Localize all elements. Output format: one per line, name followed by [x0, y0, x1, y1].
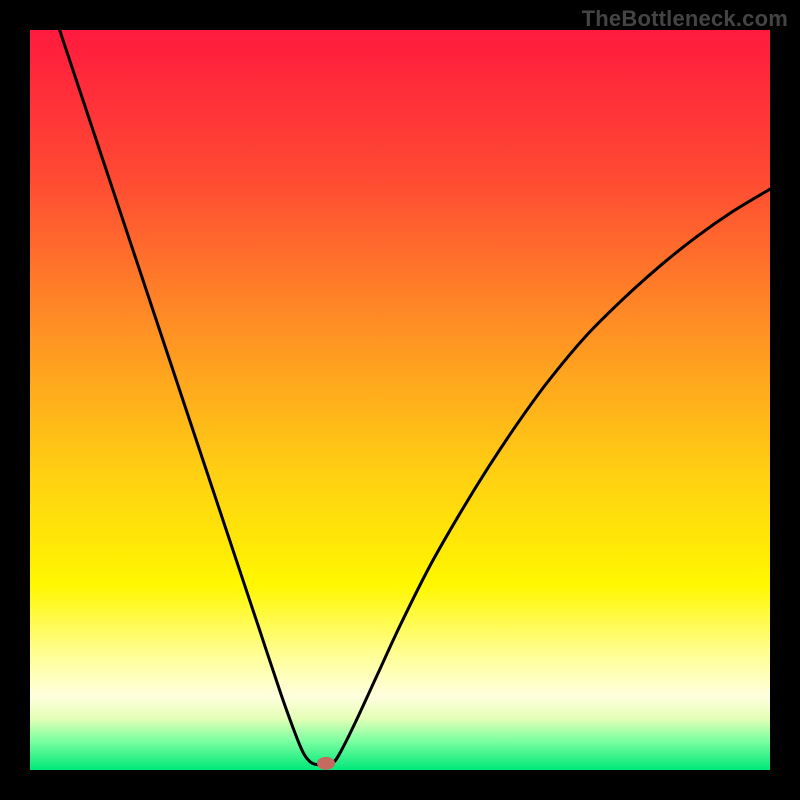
optimum-marker — [317, 757, 335, 770]
plot-area — [30, 30, 770, 770]
chart-frame: TheBottleneck.com — [0, 0, 800, 800]
gradient-background — [30, 30, 770, 770]
watermark-text: TheBottleneck.com — [582, 6, 788, 32]
chart-svg — [30, 30, 770, 770]
